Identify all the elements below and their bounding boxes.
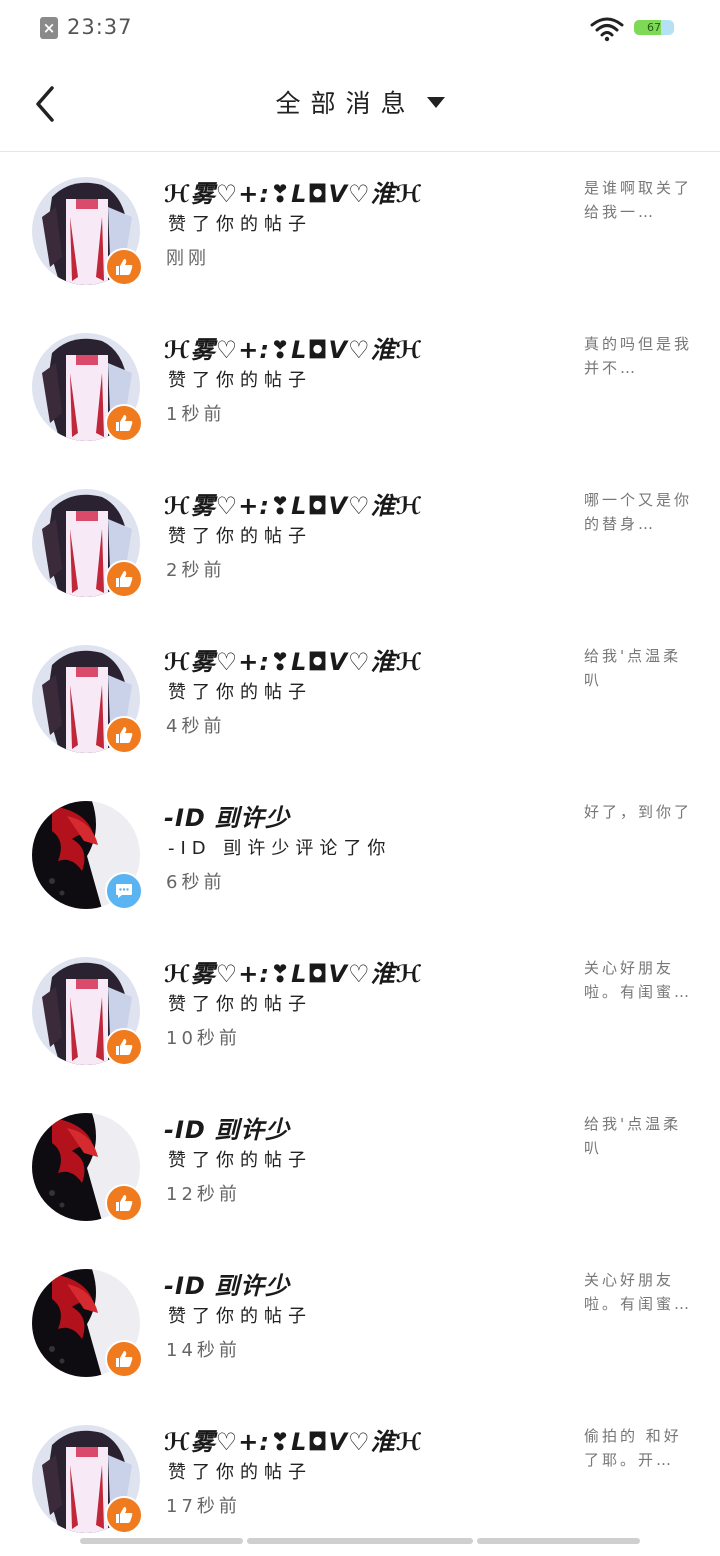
notification-list: ℋ雾♡+:❣L◘V♡淮ℋ 赞了你的帖子 刚刚 是谁啊取关了给我一… ℋ雾♡+:❣L◘V♡…	[0, 152, 720, 1556]
post-snippet[interactable]: 给我'点温柔叭	[584, 644, 694, 692]
thumbs-up-icon	[105, 716, 143, 754]
post-snippet[interactable]: 是谁啊取关了给我一…	[584, 176, 694, 224]
status-time: 23:37	[67, 15, 133, 39]
user-name[interactable]: ℋ雾♡+:❣L◘V♡淮ℋ	[164, 954, 422, 989]
post-snippet[interactable]: 关心好朋友啦。有闺蜜…	[584, 1268, 694, 1316]
battery-indicator: 67	[634, 20, 674, 35]
post-snippet[interactable]: 偷拍的 和好了耶。开…	[584, 1424, 694, 1472]
thumbs-up-icon	[105, 1028, 143, 1066]
notification-action: 赞了你的帖子	[168, 1462, 312, 1483]
notification-item[interactable]: -ID 刯许少赞了你的帖子 12秒前 给我'点温柔叭	[0, 1088, 720, 1244]
notification-action: 赞了你的帖子	[168, 370, 312, 391]
notification-action: 赞了你的帖子	[168, 682, 312, 703]
message-filter-dropdown[interactable]: 全部消息	[0, 84, 720, 120]
notification-time: 1秒前	[166, 404, 226, 425]
notification-item[interactable]: ℋ雾♡+:❣L◘V♡淮ℋ 赞了你的帖子 1秒前 真的吗但是我并不…	[0, 308, 720, 464]
thumbs-up-icon	[105, 560, 143, 598]
notification-time: 4秒前	[166, 716, 226, 737]
comment-icon	[105, 872, 143, 910]
notification-time: 刚刚	[166, 248, 210, 269]
notification-time: 14秒前	[166, 1340, 241, 1361]
user-name[interactable]: ℋ雾♡+:❣L◘V♡淮ℋ	[164, 486, 422, 521]
post-snippet[interactable]: 好了，到你了	[584, 800, 694, 824]
post-snippet[interactable]: 真的吗但是我并不…	[584, 332, 694, 380]
notification-action: 赞了你的帖子	[168, 1306, 312, 1327]
notification-time: 6秒前	[166, 872, 226, 893]
user-name[interactable]: ℋ雾♡+:❣L◘V♡淮ℋ	[164, 330, 422, 365]
notification-item[interactable]: ℋ雾♡+:❣L◘V♡淮ℋ 赞了你的帖子 17秒前 偷拍的 和好了耶。开…	[0, 1400, 720, 1556]
user-name[interactable]: ℋ雾♡+:❣L◘V♡淮ℋ	[164, 642, 422, 677]
user-name[interactable]: -ID 刯许少	[164, 1110, 290, 1145]
notification-item[interactable]: -ID 刯许少赞了你的帖子 14秒前 关心好朋友啦。有闺蜜…	[0, 1244, 720, 1400]
wifi-icon	[590, 17, 624, 42]
notification-action: 赞了你的帖子	[168, 1150, 312, 1171]
post-snippet[interactable]: 关心好朋友啦。有闺蜜…	[584, 956, 694, 1004]
scroll-indicator	[80, 1538, 640, 1544]
thumbs-up-icon	[105, 1184, 143, 1222]
thumbs-up-icon	[105, 404, 143, 442]
notification-action: -ID 刯许少评论了你	[168, 838, 392, 859]
notification-action: 赞了你的帖子	[168, 526, 312, 547]
battery-percent: 67	[647, 21, 661, 34]
notification-time: 17秒前	[166, 1496, 241, 1517]
user-name[interactable]: ℋ雾♡+:❣L◘V♡淮ℋ	[164, 1422, 422, 1457]
notification-item[interactable]: ℋ雾♡+:❣L◘V♡淮ℋ 赞了你的帖子 2秒前 哪一个又是你的替身…	[0, 464, 720, 620]
thumbs-up-icon	[105, 1496, 143, 1534]
scroll-indicator-segment	[80, 1538, 243, 1544]
scroll-indicator-segment	[247, 1538, 473, 1544]
header: 全部消息	[0, 56, 720, 152]
notification-time: 10秒前	[166, 1028, 241, 1049]
page-title: 全部消息	[275, 89, 416, 118]
notification-time: 12秒前	[166, 1184, 241, 1205]
post-snippet[interactable]: 给我'点温柔叭	[584, 1112, 694, 1160]
notification-action: 赞了你的帖子	[168, 994, 312, 1015]
user-name[interactable]: ℋ雾♡+:❣L◘V♡淮ℋ	[164, 174, 422, 209]
notification-item[interactable]: ℋ雾♡+:❣L◘V♡淮ℋ 赞了你的帖子 刚刚 是谁啊取关了给我一…	[0, 152, 720, 308]
notification-time: 2秒前	[166, 560, 226, 581]
thumbs-up-icon	[105, 1340, 143, 1378]
notification-item[interactable]: ℋ雾♡+:❣L◘V♡淮ℋ 赞了你的帖子 10秒前 关心好朋友啦。有闺蜜…	[0, 932, 720, 1088]
notification-action: 赞了你的帖子	[168, 214, 312, 235]
thumbs-up-icon	[105, 248, 143, 286]
user-name[interactable]: -ID 刯许少	[164, 1266, 290, 1301]
post-snippet[interactable]: 哪一个又是你的替身…	[584, 488, 694, 536]
status-bar: × 23:37 67	[0, 0, 720, 56]
caret-down-icon	[426, 96, 445, 108]
user-name[interactable]: -ID 刯许少	[164, 798, 290, 833]
scroll-indicator-segment	[477, 1538, 640, 1544]
notification-item[interactable]: -ID 刯许少 -ID 刯许少评论了你 6秒前 好了，到你了	[0, 776, 720, 932]
no-sim-icon: ×	[40, 17, 58, 39]
notification-item[interactable]: ℋ雾♡+:❣L◘V♡淮ℋ 赞了你的帖子 4秒前 给我'点温柔叭	[0, 620, 720, 776]
